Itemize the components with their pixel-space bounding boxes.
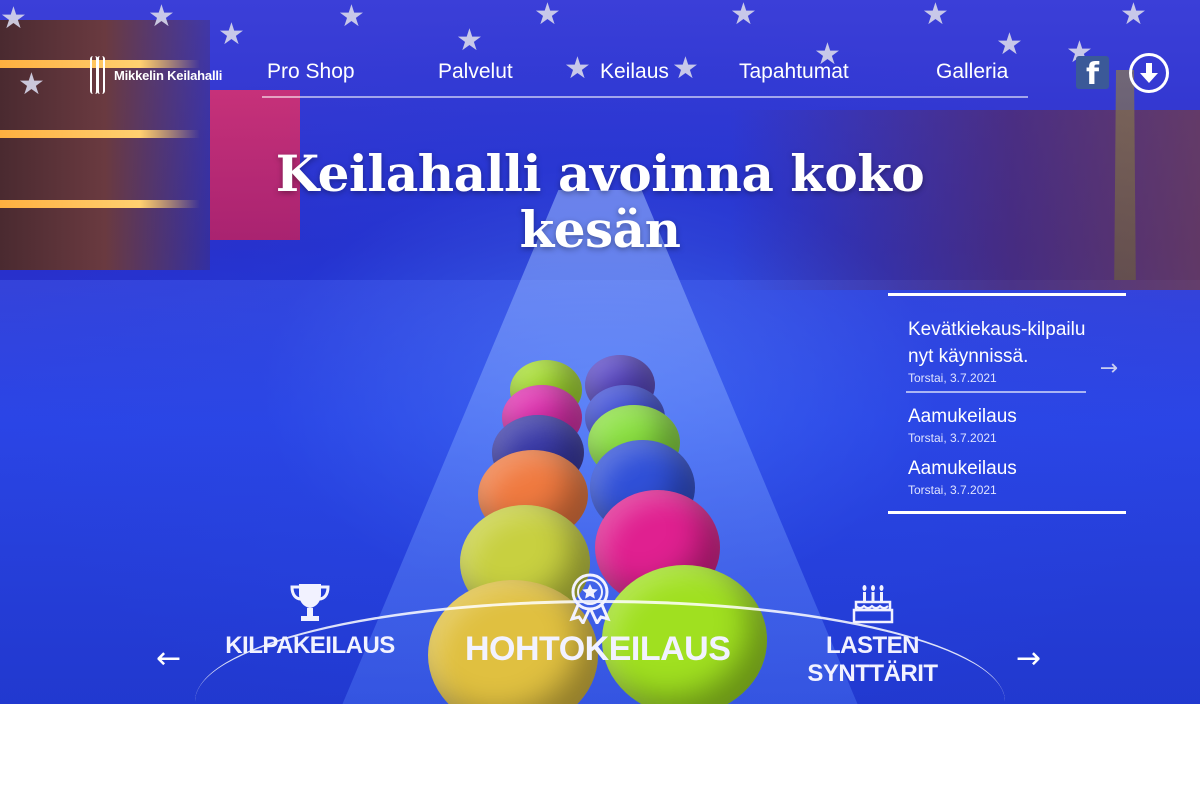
category-label: HOHTOKEILAUS: [465, 630, 731, 668]
trophy-icon: [290, 584, 330, 621]
category-carousel: ← → KILPAKEILAUS HOHTOKEILAUS LASTEN SYN…: [0, 570, 1200, 704]
nav-item-keilaus[interactable]: Keilaus: [600, 60, 669, 84]
nav-item-pro-shop[interactable]: Pro Shop: [267, 60, 355, 84]
nav-item-galleria[interactable]: Galleria: [936, 60, 1008, 84]
site-logo[interactable]: Mikkelin Keilahalli: [88, 56, 222, 94]
category-kilpakeilaus[interactable]: KILPAKEILAUS: [225, 580, 395, 660]
nav-item-palvelut[interactable]: Palvelut: [438, 60, 513, 84]
news-date: Torstai, 3.7.2021: [908, 483, 997, 497]
category-lasten-synttarit[interactable]: LASTEN SYNTTÄRIT: [760, 580, 985, 688]
hero-headline: Keilahalli avoinna koko kesän: [275, 144, 925, 259]
news-title: Kevätkiekaus-kilpailu nyt käynnissä.: [908, 319, 1086, 367]
top-navigation: Mikkelin Keilahalli Pro Shop Palvelut Ke…: [0, 0, 1200, 100]
news-item[interactable]: Aamukeilaus Torstai, 3.7.2021: [888, 451, 1126, 511]
category-label: KILPAKEILAUS: [225, 632, 395, 659]
logo-mark-icon: [88, 56, 110, 94]
arrow-left-icon[interactable]: ←: [156, 641, 181, 676]
news-panel: Kevätkiekaus-kilpailu nyt käynnissä. Tor…: [888, 293, 1126, 514]
award-ribbon-icon: [569, 573, 611, 624]
arrow-right-icon[interactable]: →: [1100, 356, 1118, 381]
facebook-icon[interactable]: f: [1076, 56, 1109, 92]
nav-item-tapahtumat[interactable]: Tapahtumat: [739, 60, 849, 84]
nav-divider: [262, 96, 1028, 98]
news-title: Aamukeilaus: [908, 458, 1017, 479]
logo-text: Mikkelin Keilahalli: [114, 67, 223, 83]
news-date: Torstai, 3.7.2021: [908, 371, 997, 385]
category-hohtokeilaus[interactable]: HOHTOKEILAUS: [465, 572, 731, 669]
category-label: LASTEN SYNTTÄRIT: [807, 632, 938, 687]
news-title: Aamukeilaus: [908, 406, 1017, 427]
news-item[interactable]: Aamukeilaus Torstai, 3.7.2021: [888, 393, 1126, 451]
news-date: Torstai, 3.7.2021: [908, 431, 997, 445]
news-item[interactable]: Kevätkiekaus-kilpailu nyt käynnissä. Tor…: [888, 296, 1126, 391]
birthday-cake-icon: [852, 585, 893, 624]
news-bottom-rule: [888, 511, 1126, 514]
arrow-right-icon[interactable]: →: [1016, 641, 1041, 676]
download-icon[interactable]: [1129, 53, 1169, 93]
